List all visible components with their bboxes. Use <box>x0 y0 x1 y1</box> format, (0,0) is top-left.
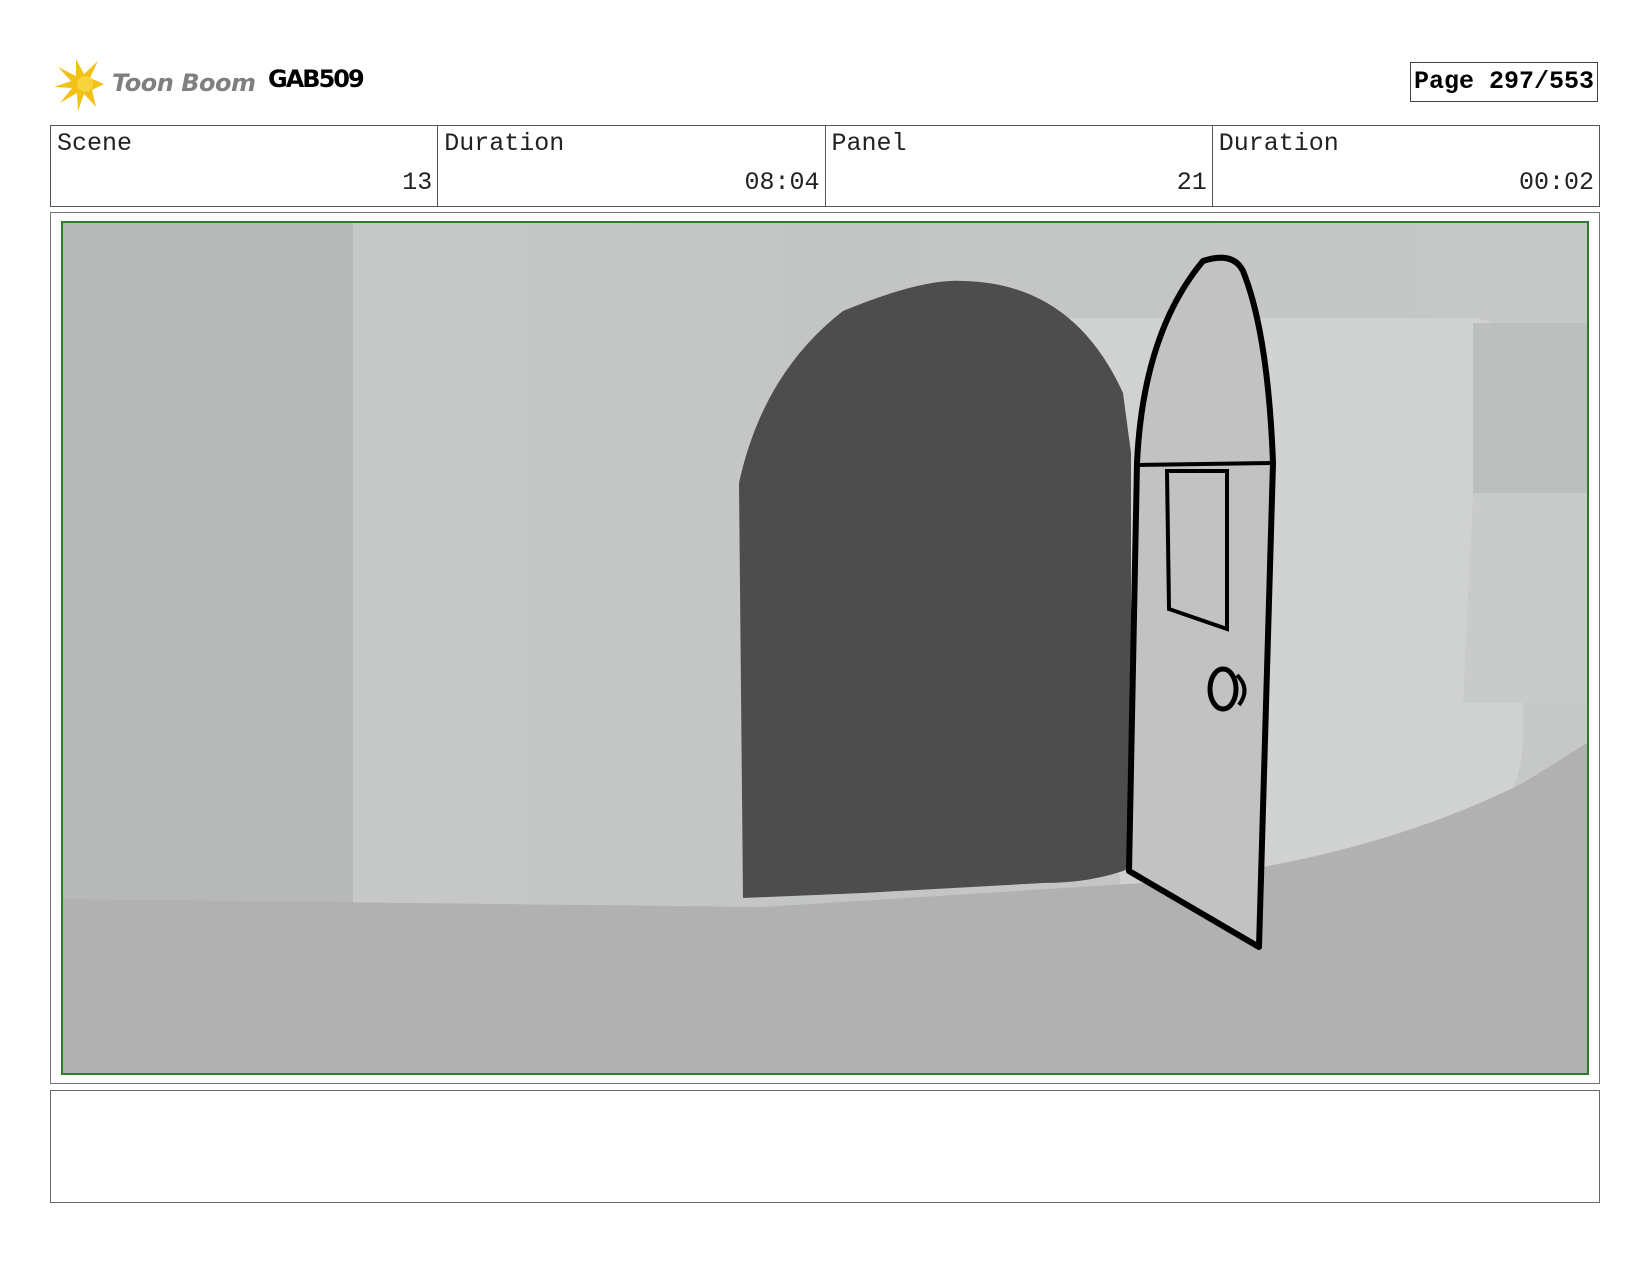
panel-duration-cell: Duration 00:02 <box>1211 126 1599 206</box>
panel-duration-label: Duration <box>1218 129 1339 158</box>
scene-duration-cell: Duration 08:04 <box>437 126 824 206</box>
scene-label: Scene <box>57 129 133 158</box>
toon-boom-logo: Toon Boom <box>54 57 256 111</box>
storyboard-drawing <box>63 223 1587 1073</box>
panel-cell: Panel 21 <box>824 126 1212 206</box>
page-number: Page 297/553 <box>1410 62 1598 102</box>
scene-value: 13 <box>402 168 433 197</box>
panel-value: 21 <box>1176 168 1207 197</box>
scene-cell: Scene 13 <box>51 126 437 206</box>
panel-label: Panel <box>831 129 907 158</box>
door-line <box>1136 461 1274 467</box>
project-id: GAB509 <box>268 65 365 93</box>
notes-box[interactable] <box>50 1090 1600 1203</box>
scene-duration-value: 08:04 <box>744 168 820 197</box>
scene-duration-label: Duration <box>444 129 565 158</box>
open-door <box>1126 254 1276 950</box>
right-column-lower <box>1463 493 1587 703</box>
scene-info-row: Scene 13 Duration 08:04 Panel 21 Duratio… <box>50 125 1600 207</box>
starburst-icon <box>54 59 104 111</box>
doorway <box>739 280 1131 898</box>
panel-artwork <box>61 221 1589 1075</box>
panel-duration-value: 00:02 <box>1518 168 1594 197</box>
right-column <box>1473 323 1587 503</box>
storyboard-header: Toon Boom GAB509 Page 297/553 <box>50 55 1600 115</box>
panel-frame <box>50 212 1600 1084</box>
left-pillar <box>63 223 353 923</box>
logo-text: Toon Boom <box>112 69 256 97</box>
